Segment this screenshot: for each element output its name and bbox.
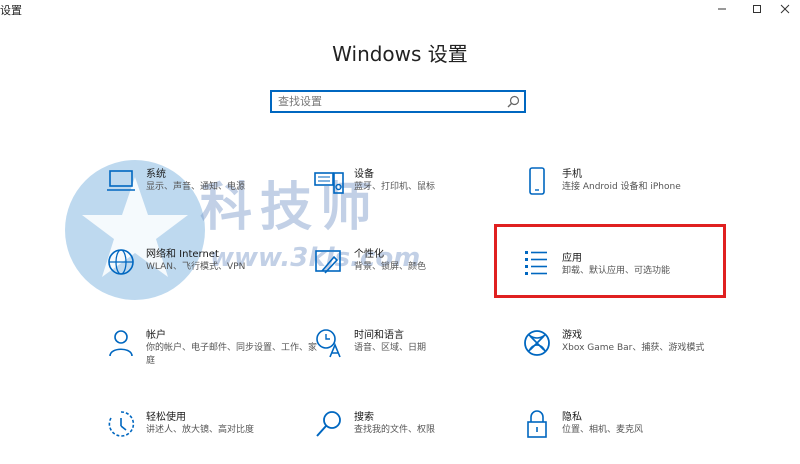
title-bar: 设置 bbox=[0, 0, 800, 18]
time-language-icon bbox=[312, 326, 346, 360]
search-box[interactable] bbox=[270, 90, 526, 113]
app-title: 设置 bbox=[0, 4, 22, 17]
tile-name: 游戏 bbox=[562, 330, 582, 341]
highlight-box bbox=[494, 224, 726, 298]
keyboard-speaker-icon bbox=[312, 165, 346, 199]
globe-icon bbox=[104, 245, 138, 279]
tile-network[interactable]: 网络和 Internet WLAN、飞行模式、VPN bbox=[104, 245, 304, 301]
page-title: Windows 设置 bbox=[332, 42, 468, 66]
tile-search[interactable]: 搜索 查找我的文件、权限 bbox=[312, 408, 512, 464]
tile-desc: 显示、声音、通知、电源 bbox=[146, 182, 246, 192]
person-icon bbox=[104, 326, 138, 360]
tile-desc: 讲述人、放大镜、高对比度 bbox=[146, 425, 255, 435]
close-icon bbox=[780, 4, 790, 14]
tile-desc: 语音、区域、日期 bbox=[354, 343, 427, 353]
close-button[interactable] bbox=[770, 0, 800, 18]
tile-accounts[interactable]: 帐户 你的帐户、电子邮件、同步设置、工作、家庭 bbox=[104, 326, 317, 382]
tile-phone[interactable]: 手机 连接 Android 设备和 iPhone bbox=[520, 165, 730, 221]
maximize-icon bbox=[753, 5, 761, 13]
xbox-icon bbox=[520, 326, 554, 360]
phone-icon bbox=[520, 165, 554, 199]
tile-desc: 蓝牙、打印机、鼠标 bbox=[354, 182, 436, 192]
search-icon[interactable] bbox=[507, 95, 520, 108]
maximize-button[interactable] bbox=[742, 0, 772, 18]
tile-system[interactable]: 系统 显示、声音、通知、电源 bbox=[104, 165, 304, 221]
tile-time-language[interactable]: 时间和语言 语音、区域、日期 bbox=[312, 326, 512, 382]
paint-icon bbox=[312, 245, 346, 279]
tile-gaming[interactable]: 游戏 Xbox Game Bar、捕获、游戏模式 bbox=[520, 326, 720, 382]
minimize-button[interactable] bbox=[707, 0, 737, 18]
tile-name: 手机 bbox=[562, 169, 582, 180]
laptop-icon bbox=[104, 165, 138, 199]
tile-name: 轻松使用 bbox=[146, 412, 186, 423]
tile-personalization[interactable]: 个性化 背景、锁屏、颜色 bbox=[312, 245, 512, 301]
tile-privacy[interactable]: 隐私 位置、相机、麦克风 bbox=[520, 408, 720, 464]
tile-name: 隐私 bbox=[562, 412, 582, 423]
tile-name: 设备 bbox=[354, 169, 374, 180]
tile-name: 时间和语言 bbox=[354, 330, 404, 341]
tile-desc: 你的帐户、电子邮件、同步设置、工作、家庭 bbox=[146, 343, 318, 366]
tile-desc: 查找我的文件、权限 bbox=[354, 425, 436, 435]
tile-name: 个性化 bbox=[354, 249, 384, 260]
tile-desc: Xbox Game Bar、捕获、游戏模式 bbox=[562, 343, 705, 353]
tile-name: 系统 bbox=[146, 169, 166, 180]
search-input[interactable] bbox=[278, 93, 498, 110]
ease-of-access-icon bbox=[104, 408, 138, 442]
tile-desc: 位置、相机、麦克风 bbox=[562, 425, 644, 435]
lock-icon bbox=[520, 408, 554, 442]
tile-ease-of-access[interactable]: 轻松使用 讲述人、放大镜、高对比度 bbox=[104, 408, 304, 464]
tile-desc: WLAN、飞行模式、VPN bbox=[146, 262, 246, 272]
tile-desc: 连接 Android 设备和 iPhone bbox=[562, 182, 681, 192]
search-icon bbox=[312, 408, 346, 442]
tile-name: 帐户 bbox=[146, 330, 166, 341]
minimize-icon bbox=[718, 8, 726, 10]
tile-name: 搜索 bbox=[354, 412, 374, 423]
tile-devices[interactable]: 设备 蓝牙、打印机、鼠标 bbox=[312, 165, 512, 221]
tile-name: 网络和 Internet bbox=[146, 249, 219, 260]
